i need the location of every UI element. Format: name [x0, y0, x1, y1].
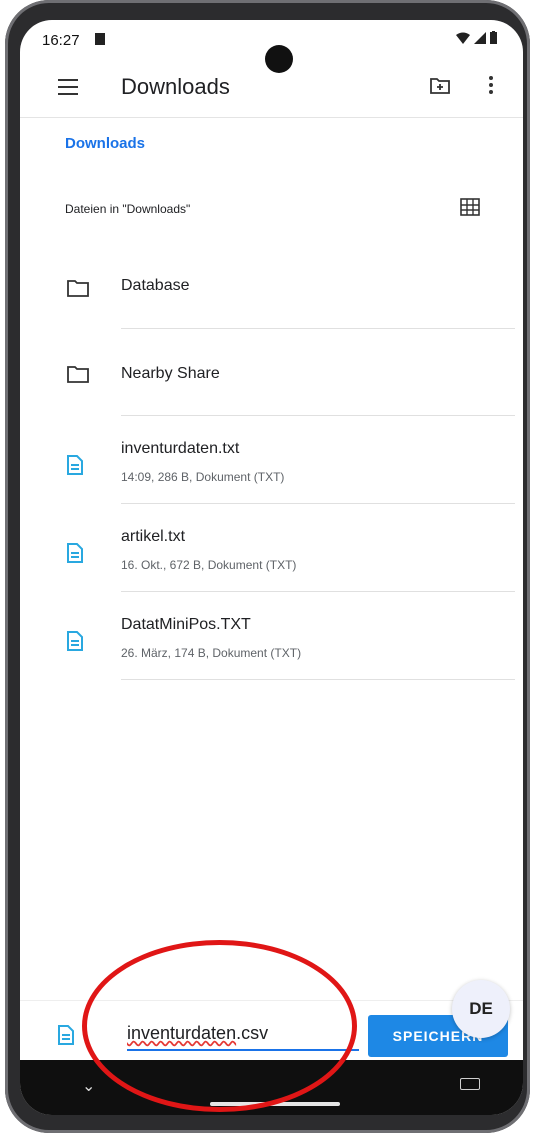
- file-name: inventurdaten.txt: [121, 440, 240, 457]
- file-name: artikel.txt: [121, 528, 186, 545]
- file-row-datatminipos[interactable]: DatatMiniPos.TXT 26. März, 174 B, Dokume…: [20, 594, 523, 682]
- file-row-inventurdaten[interactable]: inventurdaten.txt 14:09, 286 B, Dokument…: [20, 418, 523, 506]
- folder-row-nearby-share[interactable]: Nearby Share: [20, 330, 523, 418]
- row-divider: [121, 679, 515, 680]
- folder-icon: [67, 366, 89, 383]
- row-divider: [121, 415, 515, 416]
- folder-name: Nearby Share: [121, 365, 220, 382]
- row-divider: [121, 591, 515, 592]
- file-name: DatatMiniPos.TXT: [121, 616, 251, 633]
- sd-card-icon: [95, 33, 105, 45]
- hide-keyboard-icon[interactable]: ⌄: [82, 1076, 95, 1096]
- section-label: Dateien in "Downloads": [65, 202, 191, 216]
- wifi-icon: [456, 32, 470, 44]
- row-divider: [121, 328, 515, 329]
- folder-row-database[interactable]: Database: [20, 260, 523, 330]
- signal-icon: [474, 31, 486, 44]
- page-title: Downloads: [121, 74, 230, 99]
- menu-icon[interactable]: [58, 79, 78, 100]
- file-row-artikel[interactable]: artikel.txt 16. Okt., 672 B, Dokument (T…: [20, 506, 523, 594]
- file-meta: 26. März, 174 B, Dokument (TXT): [121, 646, 302, 660]
- document-icon: [67, 455, 83, 475]
- folder-icon: [67, 280, 89, 297]
- grid-view-icon[interactable]: [460, 198, 480, 216]
- document-icon: [58, 1025, 74, 1045]
- keyboard-switch-icon[interactable]: [460, 1078, 480, 1090]
- document-icon: [67, 631, 83, 651]
- app-bar: Downloads: [20, 66, 523, 112]
- keyboard-language-button[interactable]: DE: [452, 980, 510, 1038]
- appbar-divider: [20, 117, 523, 118]
- battery-icon: [490, 31, 497, 44]
- system-icons: [456, 31, 497, 44]
- annotation-ellipse: [82, 940, 357, 1112]
- row-divider: [121, 503, 515, 504]
- file-meta: 16. Okt., 672 B, Dokument (TXT): [121, 558, 297, 572]
- more-options-icon[interactable]: [488, 76, 494, 97]
- folder-name: Database: [121, 277, 190, 294]
- new-folder-icon[interactable]: [428, 74, 452, 98]
- status-time: 16:27: [42, 32, 80, 49]
- file-meta: 14:09, 286 B, Dokument (TXT): [121, 470, 285, 484]
- breadcrumb[interactable]: Downloads: [65, 135, 145, 152]
- document-icon: [67, 543, 83, 563]
